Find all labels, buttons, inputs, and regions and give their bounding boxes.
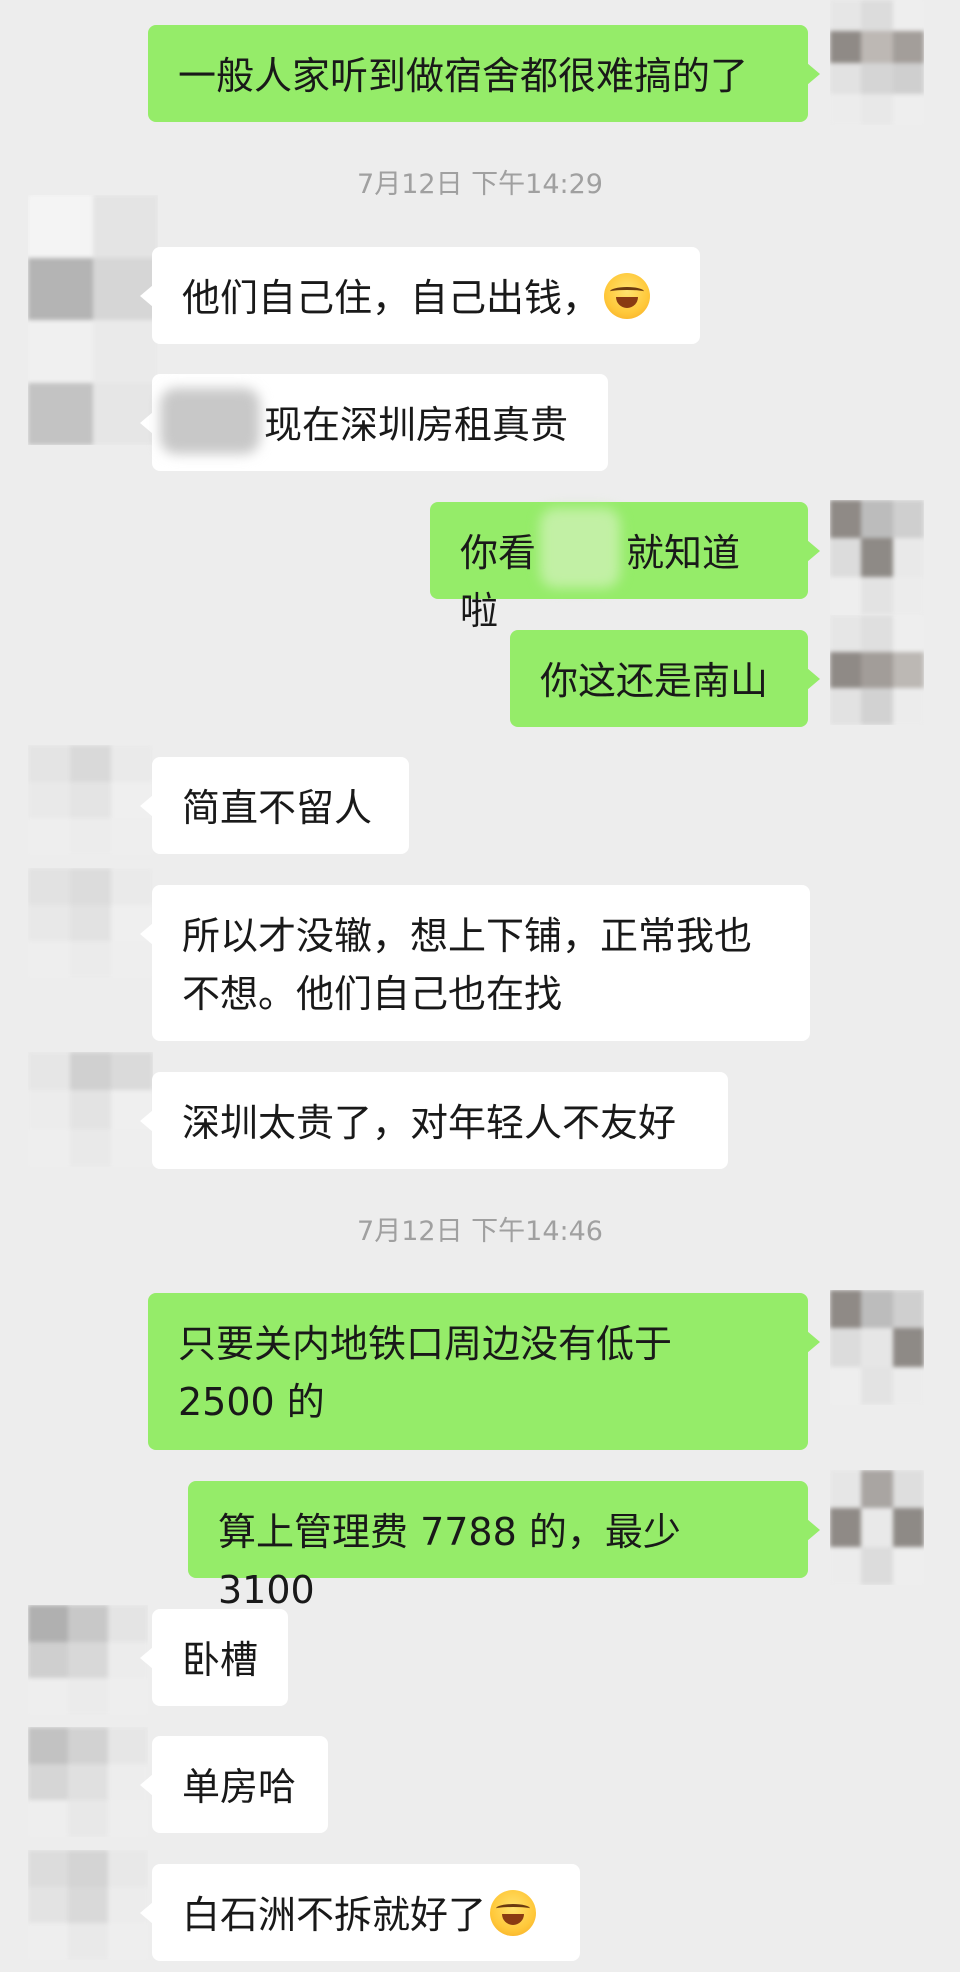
message-text: 所以才没辙，想上下铺，正常我也不想。他们自己也在找 bbox=[182, 914, 753, 1016]
message-bubble-incoming[interactable]: 单房哈 bbox=[140, 1736, 328, 1833]
avatar[interactable] bbox=[28, 1605, 148, 1715]
face-with-tears-of-joy-icon bbox=[604, 273, 651, 319]
avatar[interactable] bbox=[830, 0, 924, 125]
message-text: 卧槽 bbox=[182, 1638, 259, 1682]
message-text: 深圳太贵了，对年轻人不友好 bbox=[182, 1101, 677, 1145]
avatar[interactable] bbox=[830, 1290, 924, 1405]
message-bubble-incoming[interactable]: 他们自己住，自己出钱， bbox=[140, 247, 700, 344]
message-text: 一般人家听到做宿舍都很难搞的了 bbox=[178, 54, 749, 98]
avatar[interactable] bbox=[830, 500, 924, 615]
message-bubble-outgoing[interactable]: 你这还是南山 bbox=[510, 630, 820, 727]
avatar[interactable] bbox=[830, 1470, 924, 1585]
message-text: 现在深圳房租真贵 bbox=[264, 403, 569, 447]
message-bubble-incoming[interactable]: 简直不留人 bbox=[140, 757, 409, 854]
message-text: 只要关内地铁口周边没有低于 2500 的 bbox=[178, 1322, 673, 1424]
face-with-tears-of-joy-icon bbox=[490, 1890, 537, 1936]
message-text: 单房哈 bbox=[182, 1765, 297, 1809]
avatar[interactable] bbox=[28, 1052, 153, 1167]
message-bubble-incoming[interactable]: 所以才没辙，想上下铺，正常我也不想。他们自己也在找 bbox=[140, 885, 810, 1041]
message-text: 简直不留人 bbox=[182, 786, 373, 830]
avatar[interactable] bbox=[28, 195, 158, 445]
message-bubble-incoming[interactable]: 白石洲不拆就好了 bbox=[140, 1864, 580, 1961]
avatar[interactable] bbox=[28, 1850, 148, 1960]
message-bubble-incoming[interactable]: 卧槽 bbox=[140, 1609, 288, 1706]
avatar[interactable] bbox=[830, 615, 924, 725]
message-text: 你看 bbox=[460, 531, 537, 575]
message-bubble-incoming[interactable]: 深圳太贵了，对年轻人不友好 bbox=[140, 1072, 728, 1169]
message-bubble-outgoing[interactable]: 只要关内地铁口周边没有低于 2500 的 bbox=[148, 1293, 820, 1450]
message-text: 白石洲不拆就好了 bbox=[182, 1893, 487, 1937]
message-bubble-outgoing[interactable]: 一般人家听到做宿舍都很难搞的了 bbox=[148, 25, 820, 122]
avatar[interactable] bbox=[28, 745, 153, 855]
message-text: 算上管理费 7788 的，最少 3100 bbox=[218, 1510, 681, 1612]
redacted-area bbox=[160, 388, 260, 454]
message-text: 你这还是南山 bbox=[540, 659, 769, 703]
message-bubble-outgoing[interactable]: 算上管理费 7788 的，最少 3100 bbox=[188, 1481, 820, 1612]
redacted-area bbox=[540, 508, 620, 588]
message-text: 他们自己住，自己出钱， bbox=[182, 276, 601, 320]
timestamp: 7月12日 下午14:46 bbox=[357, 1216, 603, 1247]
avatar[interactable] bbox=[28, 868, 153, 978]
avatar[interactable] bbox=[28, 1727, 148, 1837]
